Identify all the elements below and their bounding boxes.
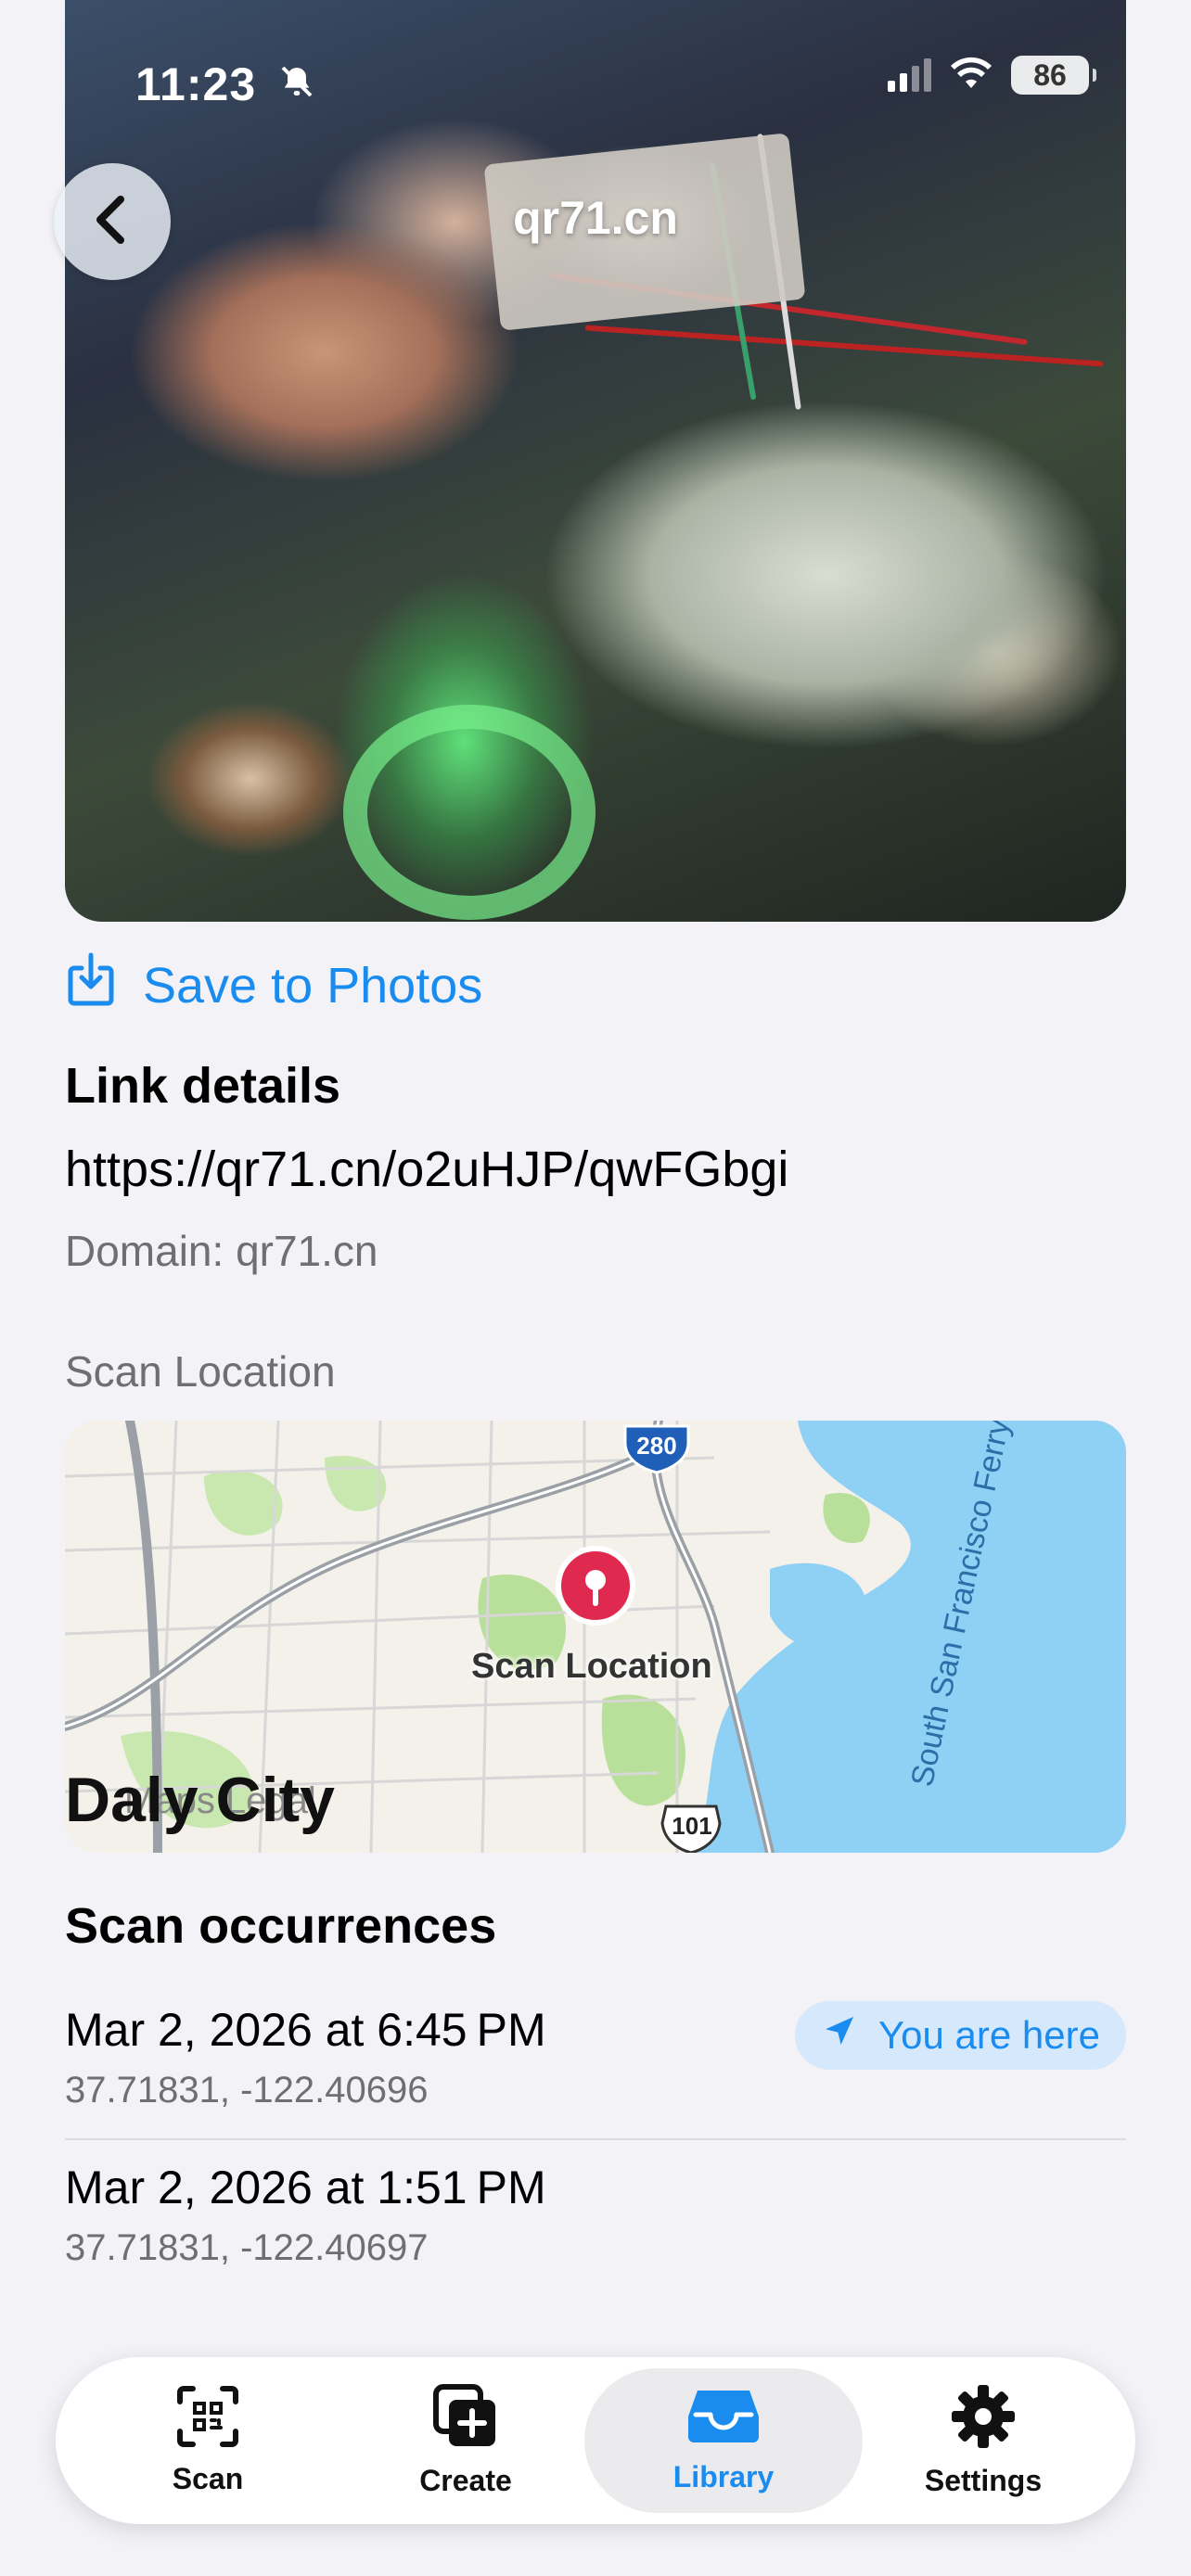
occurrences-list: Mar 2, 2026 at 6:45 PM 37.71831, -122.40…: [65, 1983, 1126, 2296]
bell-slash-icon: [278, 63, 315, 100]
cellular-signal-icon: [888, 58, 931, 92]
location-arrow-icon: [821, 2012, 858, 2059]
tab-create-label: Create: [419, 2464, 512, 2497]
you-are-here-label: You are here: [878, 2013, 1100, 2057]
occurrence-date: Mar 2, 2026 at 1:51 PM: [65, 2162, 546, 2213]
occurrence-coords: 37.71831, -122.40696: [65, 2070, 429, 2111]
occurrence-row[interactable]: Mar 2, 2026 at 1:51 PM 37.71831, -122.40…: [65, 2138, 1126, 2296]
scanned-photo: [65, 0, 1126, 922]
save-to-photos-button[interactable]: Save to Photos: [65, 951, 482, 1019]
map-pin-icon: [556, 1546, 635, 1626]
tab-scan[interactable]: Scan: [69, 2368, 347, 2513]
occurrence-date: Mar 2, 2026 at 6:45 PM: [65, 2004, 546, 2056]
battery-level: 86: [1033, 57, 1067, 92]
gear-icon: [950, 2383, 1017, 2455]
tab-library-label: Library: [672, 2460, 775, 2493]
tab-scan-label: Scan: [172, 2462, 244, 2495]
page-title: qr71.cn: [513, 192, 678, 244]
wifi-icon: [950, 57, 992, 95]
shield-280-label: 280: [636, 1432, 677, 1460]
tab-settings-label: Settings: [924, 2464, 1043, 2497]
link-url[interactable]: https://qr71.cn/o2uHJP/qwFGbgi: [65, 1141, 788, 1198]
you-are-here-badge[interactable]: You are here: [795, 2001, 1126, 2070]
create-plus-icon: [432, 2383, 499, 2455]
link-domain: Domain: qr71.cn: [65, 1227, 378, 1275]
map-city-label: Daly City: [65, 1765, 335, 1835]
battery-indicator: 86: [1011, 56, 1096, 95]
map-pin-label: Scan Location: [471, 1647, 712, 1686]
tray-icon: [686, 2387, 761, 2451]
save-to-photos-label: Save to Photos: [143, 957, 483, 1014]
scan-location-map[interactable]: 280 101 Scan Location Maps Legal Daly Ci…: [65, 1421, 1126, 1853]
link-details-heading: Link details: [65, 1058, 341, 1114]
occurrence-row[interactable]: Mar 2, 2026 at 6:45 PM 37.71831, -122.40…: [65, 1983, 1126, 2138]
tab-library[interactable]: Library: [584, 2368, 863, 2513]
scan-location-heading: Scan Location: [65, 1347, 336, 1396]
tab-bar: Scan Create Library Settings: [56, 2357, 1135, 2524]
shield-101-label: 101: [672, 1812, 712, 1840]
qr-scan-icon: [176, 2385, 239, 2453]
download-icon: [65, 951, 117, 1019]
tab-settings[interactable]: Settings: [844, 2368, 1122, 2513]
status-time: 11:23: [135, 58, 257, 110]
occurrence-coords: 37.71831, -122.40697: [65, 2227, 429, 2268]
tab-create[interactable]: Create: [327, 2368, 605, 2513]
scan-occurrences-heading: Scan occurrences: [65, 1898, 497, 1954]
